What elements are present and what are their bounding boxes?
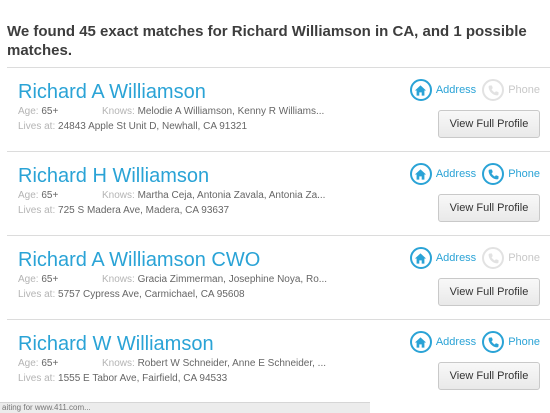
browser-status-bar: aiting for www.411.com... [0, 402, 370, 413]
phone-link[interactable]: Phone [508, 168, 540, 180]
lives-at-line: Lives at: 1555 E Tabor Ave, Fairfield, C… [18, 373, 227, 384]
phone-icon [482, 247, 505, 269]
home-icon[interactable] [409, 79, 432, 101]
age-line: Age: 65+ [18, 190, 58, 201]
phone-icon[interactable] [482, 331, 505, 353]
search-results-page: We found 45 exact matches for Richard Wi… [0, 0, 550, 413]
phone-link: Phone [508, 84, 540, 96]
lives-at-line: Lives at: 5757 Cypress Ave, Carmichael, … [18, 289, 245, 300]
lives-at-value: 1555 E Tabor Ave, Fairfield, CA 94533 [58, 373, 228, 384]
contact-actions: Address Phone [409, 331, 540, 353]
age-value: 65+ [41, 274, 59, 285]
knows-label: Knows: [102, 190, 135, 201]
home-icon[interactable] [409, 331, 432, 353]
lives-at-value: 24843 Apple St Unit D, Newhall, CA 91321 [58, 121, 248, 132]
age-label: Age: [18, 358, 39, 369]
contact-actions: Address Phone [409, 163, 540, 185]
age-label: Age: [18, 274, 39, 285]
knows-line: Knows: Robert W Schneider, Anne E Schnei… [102, 358, 362, 369]
lives-at-line: Lives at: 24843 Apple St Unit D, Newhall… [18, 121, 247, 132]
knows-line: Knows: Martha Ceja, Antonia Zavala, Anto… [102, 190, 362, 201]
result-card: Richard H Williamson Age: 65+ Knows: Mar… [7, 151, 550, 235]
knows-line: Knows: Gracia Zimmerman, Josephine Noya,… [102, 274, 362, 285]
person-name-link[interactable]: Richard W Williamson [18, 332, 214, 356]
age-label: Age: [18, 106, 39, 117]
phone-link: Phone [508, 252, 540, 264]
address-link[interactable]: Address [436, 252, 476, 264]
phone-link[interactable]: Phone [508, 336, 540, 348]
phone-icon [482, 79, 505, 101]
lives-at-value: 5757 Cypress Ave, Carmichael, CA 95608 [58, 289, 245, 300]
age-line: Age: 65+ [18, 106, 58, 117]
knows-line: Knows: Melodie A Williamson, Kenny R Wil… [102, 106, 362, 117]
result-card: Richard A Williamson Age: 65+ Knows: Mel… [7, 67, 550, 151]
lives-at-label: Lives at: [18, 289, 56, 300]
age-value: 65+ [41, 190, 59, 201]
age-value: 65+ [41, 358, 59, 369]
address-link[interactable]: Address [436, 168, 476, 180]
age-line: Age: 65+ [18, 274, 58, 285]
age-line: Age: 65+ [18, 358, 58, 369]
person-name-link[interactable]: Richard H Williamson [18, 164, 209, 188]
age-label: Age: [18, 190, 39, 201]
knows-value: Melodie A Williamson, Kenny R Williams..… [137, 106, 325, 117]
view-full-profile-button[interactable]: View Full Profile [438, 278, 540, 306]
knows-label: Knows: [102, 106, 135, 117]
lives-at-label: Lives at: [18, 121, 56, 132]
address-link[interactable]: Address [436, 84, 476, 96]
address-link[interactable]: Address [436, 336, 476, 348]
lives-at-value: 725 S Madera Ave, Madera, CA 93637 [58, 205, 230, 216]
phone-icon[interactable] [482, 163, 505, 185]
knows-label: Knows: [102, 274, 135, 285]
contact-actions: Address Phone [409, 79, 540, 101]
knows-value: Gracia Zimmerman, Josephine Noya, Ro... [137, 274, 328, 285]
knows-label: Knows: [102, 358, 135, 369]
view-full-profile-button[interactable]: View Full Profile [438, 362, 540, 390]
home-icon[interactable] [409, 163, 432, 185]
result-card: Richard A Williamson CWO Age: 65+ Knows:… [7, 235, 550, 319]
person-name-link[interactable]: Richard A Williamson [18, 80, 206, 104]
view-full-profile-button[interactable]: View Full Profile [438, 110, 540, 138]
home-icon[interactable] [409, 247, 432, 269]
view-full-profile-button[interactable]: View Full Profile [438, 194, 540, 222]
knows-value: Martha Ceja, Antonia Zavala, Antonia Za.… [137, 190, 326, 201]
results-summary: We found 45 exact matches for Richard Wi… [7, 23, 527, 59]
lives-at-label: Lives at: [18, 205, 56, 216]
lives-at-label: Lives at: [18, 373, 56, 384]
person-name-link[interactable]: Richard A Williamson CWO [18, 248, 260, 272]
contact-actions: Address Phone [409, 247, 540, 269]
age-value: 65+ [41, 106, 59, 117]
lives-at-line: Lives at: 725 S Madera Ave, Madera, CA 9… [18, 205, 229, 216]
knows-value: Robert W Schneider, Anne E Schneider, ..… [137, 358, 327, 369]
result-card: Richard W Williamson Age: 65+ Knows: Rob… [7, 319, 550, 403]
